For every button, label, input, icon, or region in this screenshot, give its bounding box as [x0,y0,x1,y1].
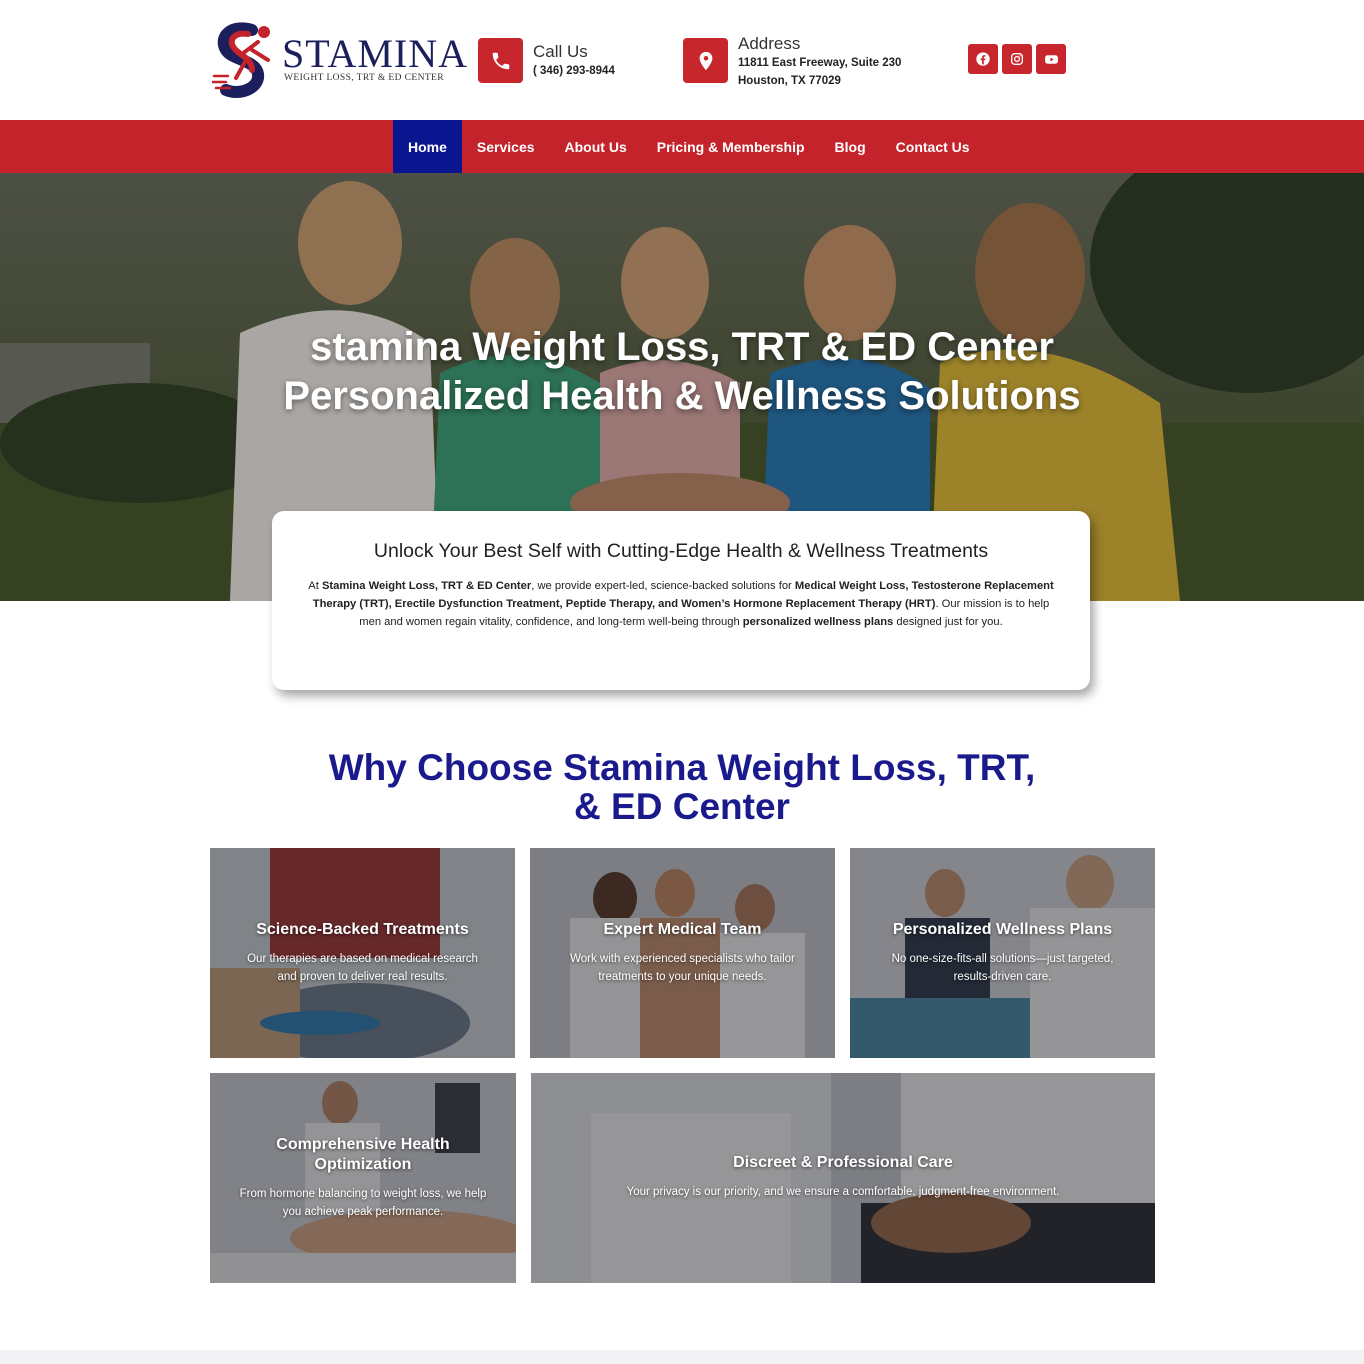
address-line-1: 11811 East Freeway, Suite 230 [738,57,902,69]
logo-tagline: WEIGHT LOSS, TRT & ED CENTER [284,73,444,83]
logo-wordmark: STAMINA [282,31,469,76]
feature-tile-discreet-care[interactable]: Discreet & Professional Care Your privac… [531,1073,1155,1283]
footer-strip [0,1350,1364,1364]
site-header: STAMINA WEIGHT LOSS, TRT & ED CENTER Cal… [0,0,1364,120]
tile-description: No one-size-fits-all solutions—just targ… [891,953,1114,983]
address-line-2: Houston, TX 77029 [738,75,841,87]
social-links [968,44,1066,74]
nav-item-pricing-membership[interactable]: Pricing & Membership [642,120,820,173]
tile-title: Personalized Wellness Plans [892,921,1113,938]
tile-description: Our therapies are based on medical resea… [247,953,478,983]
feature-tile-personalized-plans[interactable]: Personalized Wellness Plans No one-size-… [850,848,1155,1058]
tile-title: Expert Medical Team [603,921,762,938]
why-title-line-2: & ED Center [574,786,790,827]
nav-item-contact-us[interactable]: Contact Us [881,120,985,173]
tile-title: Comprehensive Health Optimization [276,1136,450,1173]
hero-title-line-2: Personalized Health & Wellness Solutions [283,374,1081,418]
feature-tile-science-backed[interactable]: Science-Backed Treatments Our therapies … [210,848,515,1058]
why-title-line-1: Why Choose Stamina Weight Loss, TRT, [328,747,1036,788]
call-us-block[interactable]: Call Us ( 346) 293-8944 [478,38,615,83]
call-us-label: Call Us [533,42,588,61]
why-choose-heading: Why Choose Stamina Weight Loss, TRT, & E… [0,748,1364,826]
intro-heading: Unlock Your Best Self with Cutting-Edge … [373,540,989,562]
stamina-logo[interactable]: STAMINA WEIGHT LOSS, TRT & ED CENTER [212,20,467,100]
hero-title: stamina Weight Loss, TRT & ED Center Per… [0,323,1364,421]
tile-title: Science-Backed Treatments [256,921,469,938]
map-pin-icon [683,38,728,83]
facebook-icon[interactable] [968,44,998,74]
phone-icon [478,38,523,83]
tile-title: Discreet & Professional Care [733,1154,953,1171]
runner-logo-icon [212,22,270,98]
intro-card: Unlock Your Best Self with Cutting-Edge … [272,511,1090,690]
address-label: Address [738,34,801,53]
feature-tile-expert-team[interactable]: Expert Medical Team Work with experience… [530,848,835,1058]
tile-description: From hormone balancing to weight loss, w… [239,1188,487,1218]
intro-paragraph: At Stamina Weight Loss, TRT & ED Center,… [308,580,1054,628]
tile-description: Work with experienced specialists who ta… [570,953,795,983]
nav-item-about-us[interactable]: About Us [550,120,642,173]
address-block: Address 11811 East Freeway, Suite 230 Ho… [683,34,902,90]
instagram-icon[interactable] [1002,44,1032,74]
youtube-icon[interactable] [1036,44,1066,74]
main-nav: Home Services About Us Pricing & Members… [0,120,1364,173]
nav-item-home[interactable]: Home [393,120,462,173]
nav-item-services[interactable]: Services [462,120,550,173]
phone-number[interactable]: ( 346) 293-8944 [533,62,615,80]
hero-title-line-1: stamina Weight Loss, TRT & ED Center [310,325,1054,369]
feature-tile-health-optimization[interactable]: Comprehensive Health Optimization From h… [210,1073,516,1283]
nav-item-blog[interactable]: Blog [820,120,881,173]
tile-description: Your privacy is our priority, and we ens… [626,1186,1060,1198]
